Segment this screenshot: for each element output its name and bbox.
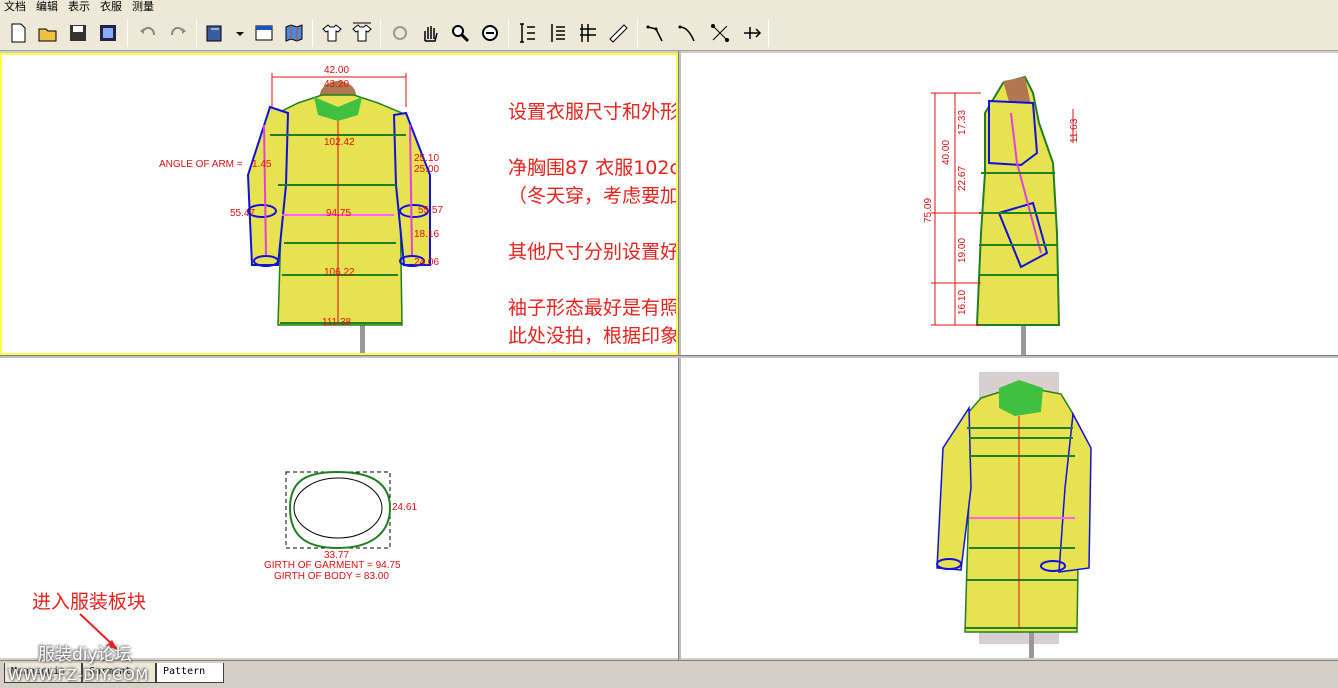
view-tab-bar: Mannequin Garment Pattern	[0, 660, 1338, 688]
anchor-icon[interactable]	[740, 21, 764, 45]
menu-document[interactable]: 文档	[0, 0, 32, 13]
measure-v3-icon[interactable]	[576, 21, 600, 45]
book-icon[interactable]	[203, 21, 227, 45]
front-wrist-value: 24.06	[414, 257, 439, 268]
side-total-value: 75.09	[923, 198, 934, 223]
front-bicep-left-value: 55.47	[230, 208, 255, 219]
measure-v2-icon[interactable]	[546, 21, 570, 45]
side-mannequin-figure: 17.33 40.00 22.67 75.09 19.00 16.10 11.6…	[923, 75, 1080, 355]
perspective-view-pane[interactable]	[681, 358, 1338, 658]
ruler-icon[interactable]	[606, 21, 630, 45]
save-icon[interactable]	[66, 21, 90, 45]
front-angle-value: 1.45	[252, 159, 272, 170]
side-d2-value: 40.00	[941, 140, 952, 165]
zoom-fit-icon[interactable]	[478, 21, 502, 45]
top-depth-value: 24.61	[392, 502, 417, 513]
redo-icon[interactable]	[166, 21, 190, 45]
front-bicep-right-value: 55.57	[418, 205, 443, 216]
front-waist-value: 94.75	[326, 208, 351, 219]
garment-3d-render	[936, 372, 1092, 658]
enter-garment-annotation: 进入服装板块	[32, 591, 147, 613]
zoom-icon[interactable]	[448, 21, 472, 45]
note-line-1: 设置衣服尺寸和外形轮廓	[508, 101, 678, 123]
front-view-pane[interactable]: 42.00 43.20 102.42 ANGLE OF ARM = 1.45 2…	[0, 53, 678, 355]
menu-measure[interactable]: 测量	[128, 0, 160, 13]
side-d5-value: 16.10	[957, 290, 968, 315]
front-arm-r2-value: 25.00	[414, 164, 439, 175]
front-forearm-value: 18.16	[414, 229, 439, 240]
menu-view[interactable]: 表示	[64, 0, 96, 13]
undo-icon[interactable]	[136, 21, 160, 45]
save-all-icon[interactable]	[96, 21, 120, 45]
front-shoulder-value: 42.00	[324, 65, 349, 76]
front-angle-label: ANGLE OF ARM =	[159, 159, 243, 170]
dropdown-icon[interactable]	[228, 21, 244, 45]
points-icon[interactable]	[708, 21, 732, 45]
top-girth-garment: GIRTH OF GARMENT = 94.75	[264, 560, 401, 571]
front-hem-value: 111.38	[322, 317, 352, 328]
horizontal-splitter[interactable]	[0, 355, 1338, 358]
open-file-icon[interactable]	[36, 21, 60, 45]
front-arm-r1-value: 25.10	[414, 153, 439, 164]
shirt-icon[interactable]	[320, 21, 344, 45]
front-neck-value: 43.20	[324, 79, 349, 90]
new-file-icon[interactable]	[6, 21, 30, 45]
note-line-4: 其他尺寸分别设置好	[508, 241, 678, 263]
curve2-icon[interactable]	[676, 21, 700, 45]
toolbar	[0, 13, 1338, 51]
measure-v1-icon[interactable]	[516, 21, 540, 45]
front-hip-value: 106.22	[324, 267, 355, 278]
watermark-forum-name: 服装diy论坛	[38, 645, 132, 665]
menu-edit[interactable]: 编辑	[32, 0, 64, 13]
menu-garment[interactable]: 衣服	[96, 0, 128, 13]
rotate-icon[interactable]	[388, 21, 412, 45]
side-view-pane[interactable]: 17.33 40.00 22.67 75.09 19.00 16.10 11.6…	[681, 53, 1338, 355]
side-r1-value: 11.63	[1069, 118, 1080, 143]
hand-icon[interactable]	[418, 21, 442, 45]
shirt-measure-icon[interactable]	[350, 21, 374, 45]
window-icon[interactable]	[252, 21, 276, 45]
note-line-3: （冬天穿，考虑要加厚衣物）	[508, 185, 678, 207]
side-d3-value: 22.67	[957, 166, 968, 191]
side-d4-value: 19.00	[957, 238, 968, 263]
curve1-icon[interactable]	[644, 21, 668, 45]
menu-bar: 文档 编辑 表示 衣服 测量	[0, 0, 1338, 13]
side-d1-value: 17.33	[957, 110, 968, 135]
top-girth-body: GIRTH OF BODY = 83.00	[274, 571, 389, 582]
map-icon[interactable]	[282, 21, 306, 45]
watermark-url: WWW.FZ-DIY.COM	[8, 666, 149, 684]
note-line-6: 此处没拍，根据印象设置的。	[508, 325, 678, 347]
note-line-2: 净胸围87 衣服102cm （+15）	[508, 157, 676, 179]
front-chest-value: 102.42	[324, 137, 355, 148]
note-line-5: 袖子形态最好是有照片	[508, 297, 678, 319]
tab-pattern[interactable]: Pattern	[156, 663, 224, 683]
